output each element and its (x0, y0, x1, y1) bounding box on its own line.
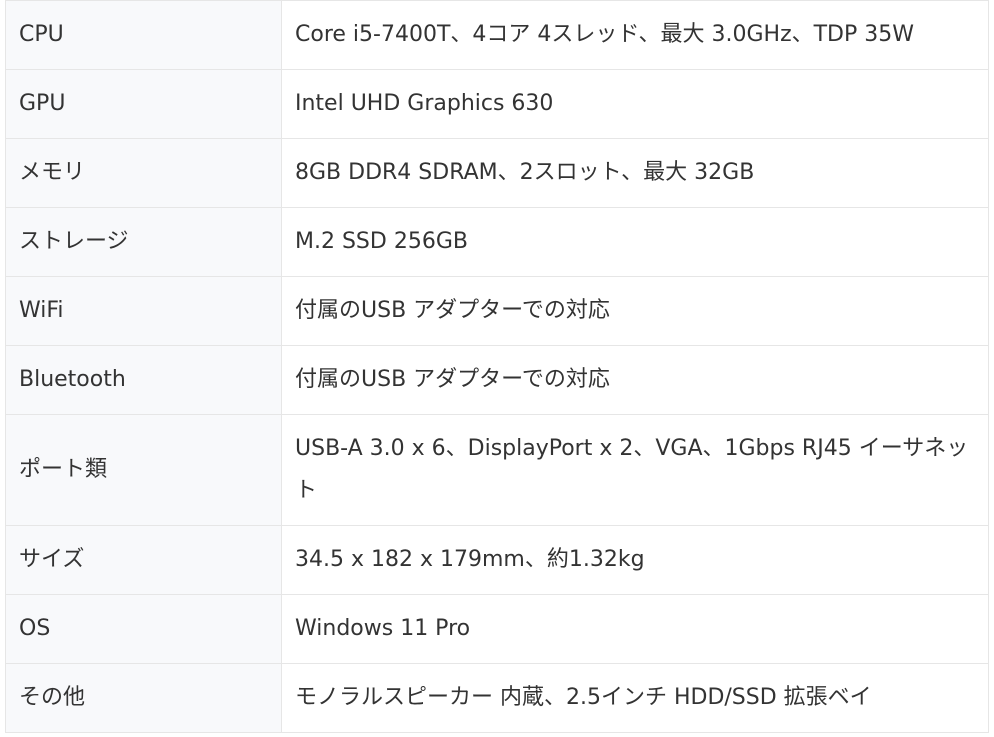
table-row: OS Windows 11 Pro (5, 594, 989, 664)
table-row: ストレージ M.2 SSD 256GB (5, 207, 989, 277)
spec-value: 付属のUSB アダプターでの対応 (281, 345, 989, 415)
spec-value: 34.5 x 182 x 179mm、約1.32kg (281, 525, 989, 595)
spec-label: メモリ (5, 138, 282, 208)
spec-label: OS (5, 594, 282, 664)
spec-label: ポート類 (5, 414, 282, 526)
table-row: CPU Core i5-7400T、4コア 4スレッド、最大 3.0GHz、TD… (5, 0, 989, 70)
spec-value: 8GB DDR4 SDRAM、2スロット、最大 32GB (281, 138, 989, 208)
table-row: その他 モノラルスピーカー 内蔵、2.5インチ HDD/SSD 拡張ベイ (5, 663, 989, 733)
spec-label: GPU (5, 69, 282, 139)
table-row: サイズ 34.5 x 182 x 179mm、約1.32kg (5, 525, 989, 595)
spec-label: サイズ (5, 525, 282, 595)
table-row: メモリ 8GB DDR4 SDRAM、2スロット、最大 32GB (5, 138, 989, 208)
table-row: ポート類 USB-A 3.0 x 6、DisplayPort x 2、VGA、1… (5, 414, 989, 526)
spec-label: WiFi (5, 276, 282, 346)
spec-label: CPU (5, 0, 282, 70)
table-row: WiFi 付属のUSB アダプターでの対応 (5, 276, 989, 346)
spec-label: その他 (5, 663, 282, 733)
table-row: GPU Intel UHD Graphics 630 (5, 69, 989, 139)
spec-value: M.2 SSD 256GB (281, 207, 989, 277)
spec-value: Core i5-7400T、4コア 4スレッド、最大 3.0GHz、TDP 35… (281, 0, 989, 70)
spec-value: USB-A 3.0 x 6、DisplayPort x 2、VGA、1Gbps … (281, 414, 989, 526)
spec-table: CPU Core i5-7400T、4コア 4スレッド、最大 3.0GHz、TD… (5, 0, 989, 733)
spec-label: ストレージ (5, 207, 282, 277)
spec-value: Windows 11 Pro (281, 594, 989, 664)
spec-value: モノラルスピーカー 内蔵、2.5インチ HDD/SSD 拡張ベイ (281, 663, 989, 733)
spec-label: Bluetooth (5, 345, 282, 415)
spec-value: Intel UHD Graphics 630 (281, 69, 989, 139)
spec-value: 付属のUSB アダプターでの対応 (281, 276, 989, 346)
table-row: Bluetooth 付属のUSB アダプターでの対応 (5, 345, 989, 415)
